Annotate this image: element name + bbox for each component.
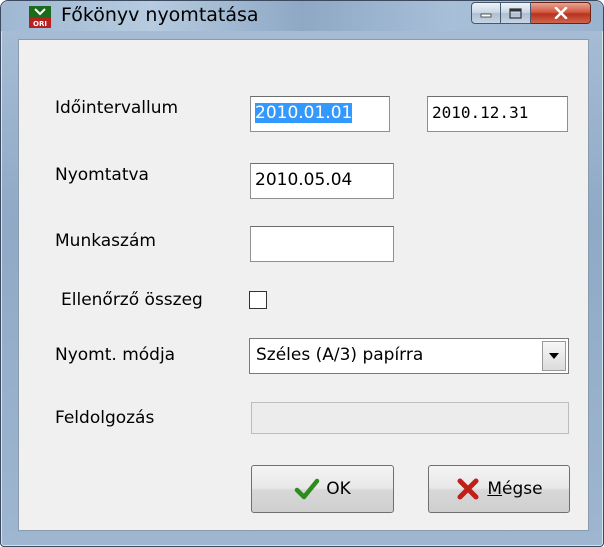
window-title: Főkönyv nyomtatása (61, 4, 259, 26)
ok-button[interactable]: OK (251, 465, 394, 513)
printed-label: Nyomtatva (55, 165, 149, 185)
processing-progress-bar (251, 402, 569, 434)
close-icon (554, 7, 567, 19)
interval-from-field[interactable]: 2010.01.01 (250, 96, 390, 132)
cancel-button[interactable]: Mégse (428, 465, 570, 513)
interval-label: Időintervallum (55, 98, 179, 118)
printed-date-field[interactable]: 2010.05.04 (250, 163, 394, 199)
checksum-label: Ellenőrző összeg (61, 290, 203, 310)
app-icon: ORI (29, 6, 51, 28)
checksum-checkbox[interactable] (249, 291, 267, 309)
checkmark-icon (294, 478, 320, 500)
minimize-icon (480, 13, 492, 18)
interval-to-field[interactable]: 2010.12.31 (427, 96, 568, 132)
caption-buttons (471, 2, 591, 24)
dialog-client-area: Időintervallum 2010.01.01 2010.12.31 Nyo… (18, 39, 589, 531)
job-number-field[interactable] (250, 226, 394, 262)
interval-from-value: 2010.01.01 (255, 103, 353, 123)
print-mode-select[interactable]: Széles (A/3) papírra (249, 338, 569, 374)
title-bar[interactable]: ORI Főkönyv nyomtatása (1, 1, 603, 31)
svg-text:ORI: ORI (33, 20, 47, 28)
cancel-x-icon (457, 478, 479, 500)
maximize-icon (509, 7, 522, 19)
processing-label: Feldolgozás (55, 408, 155, 428)
cancel-button-label: Mégse (487, 479, 543, 499)
print-mode-value: Széles (A/3) papírra (256, 345, 424, 365)
minimize-button[interactable] (471, 2, 501, 24)
maximize-button[interactable] (501, 2, 531, 24)
dialog-window: ORI Főkönyv nyomtatása Időintervallum 20… (0, 0, 604, 547)
close-button[interactable] (531, 2, 591, 24)
print-mode-label: Nyomt. módja (55, 345, 176, 365)
chevron-down-icon (549, 353, 559, 359)
job-number-label: Munkaszám (55, 231, 156, 251)
dropdown-arrow-button[interactable] (542, 341, 566, 371)
ok-button-label: OK (326, 479, 351, 499)
